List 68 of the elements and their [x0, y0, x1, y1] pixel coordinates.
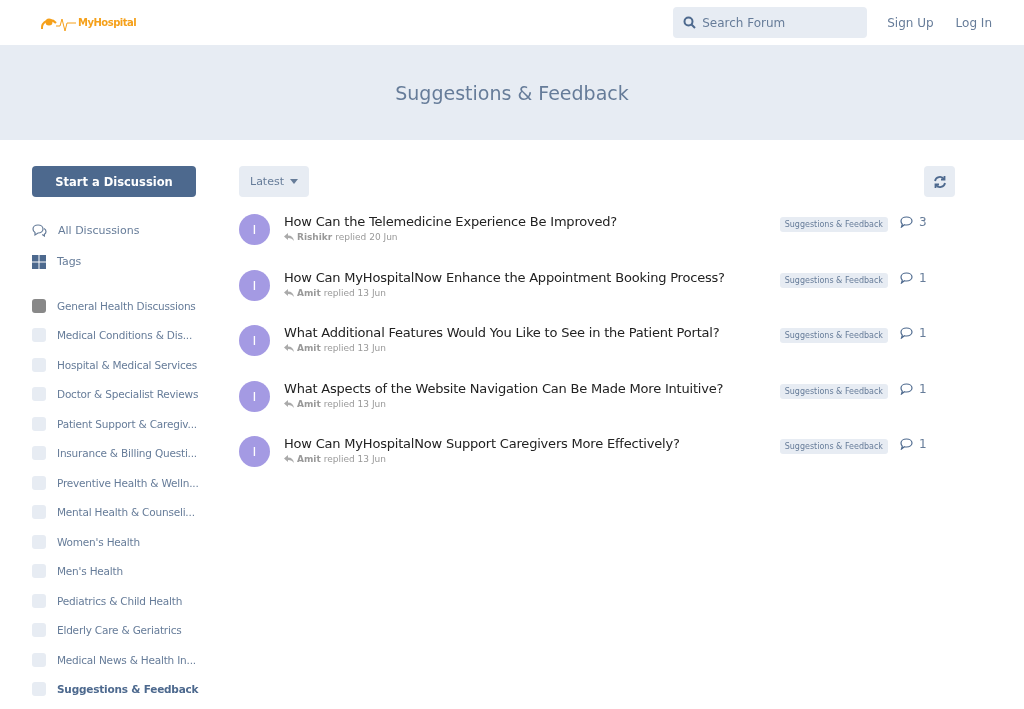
comment-icon	[900, 271, 913, 284]
reply-meta: replied 13 Jun	[323, 454, 386, 464]
category-link[interactable]: Suggestions & Feedback	[32, 674, 222, 704]
avatar[interactable]: I	[239, 269, 270, 301]
reply-count: 1	[919, 381, 927, 396]
reply-icon	[284, 455, 294, 463]
username[interactable]: Amit	[297, 287, 321, 298]
category-link[interactable]: Preventive Health & Welln...	[32, 468, 222, 498]
search-icon	[683, 16, 697, 29]
tag-label[interactable]: Suggestions & Feedback	[779, 383, 888, 399]
username[interactable]: Amit	[297, 454, 321, 464]
grid-icon	[32, 254, 46, 269]
reply-meta: replied 20 Jun	[335, 232, 398, 242]
category-link[interactable]: Medical News & Health In...	[32, 645, 222, 675]
nav-link[interactable]: Tags	[32, 246, 222, 277]
header-link[interactable]: Sign Up	[887, 15, 934, 30]
reply-icon	[284, 399, 294, 408]
sort-dropdown[interactable]: Latest	[239, 166, 309, 197]
category-link[interactable]: General Health Discussions	[32, 291, 222, 321]
discussion-title[interactable]: How Can MyHospitalNow Enhance the Appointment Booking Process?	[284, 269, 780, 285]
reply-count: 1	[919, 326, 927, 340]
reply-count: 1	[919, 270, 927, 285]
username[interactable]: Amit	[297, 343, 321, 353]
refresh-button[interactable]	[924, 166, 955, 197]
comment-icon	[900, 216, 913, 228]
category-link[interactable]: Mental Health & Counseli...	[32, 497, 222, 527]
avatar[interactable]: I	[239, 436, 270, 467]
page-title: Suggestions & Feedback	[395, 81, 629, 104]
discussion-title[interactable]: How Can the Telemedicine Experience Be Improved?	[284, 214, 780, 229]
nav-link[interactable]: All Discussions	[32, 215, 222, 246]
discussion-title[interactable]: How Can MyHospitalNow Support Caregivers More Effectively?	[284, 436, 780, 451]
tag-label[interactable]: Suggestions & Feedback	[779, 328, 888, 343]
category-link[interactable]: Patient Support & Caregiv...	[32, 409, 222, 439]
reply-icon	[284, 344, 294, 352]
discussion-title[interactable]: What Aspects of the Website Navigation Can Be Made More Intuitive?	[284, 380, 780, 396]
chat-bubbles-icon	[32, 224, 47, 237]
discussion-title[interactable]: What Additional Features Would You Like to See in the Patient Portal?	[284, 325, 780, 340]
category-link[interactable]: Medical Conditions & Dis...	[32, 320, 222, 350]
tag-label[interactable]: Suggestions & Feedback	[779, 217, 888, 232]
username[interactable]: Rishikr	[297, 232, 333, 242]
reply-count: 1	[919, 437, 927, 451]
username[interactable]: Amit	[297, 398, 321, 409]
category-link[interactable]: Elderly Care & Geriatrics	[32, 615, 222, 645]
category-link[interactable]: Pediatrics & Child Health	[32, 586, 222, 616]
avatar[interactable]: I	[239, 380, 270, 412]
reply-icon	[284, 288, 294, 297]
header-link[interactable]: Log In	[955, 15, 992, 30]
reply-meta: replied 13 Jun	[323, 343, 386, 353]
category-link[interactable]: Hospital & Medical Services	[32, 350, 222, 380]
comment-icon	[900, 382, 913, 395]
search-field[interactable]: Search Forum	[673, 7, 868, 38]
reply-icon	[284, 233, 294, 241]
avatar[interactable]: I	[239, 214, 270, 245]
category-link[interactable]: Women's Health	[32, 527, 222, 557]
category-link[interactable]: Men's Health	[32, 556, 222, 586]
reply-meta: replied 13 Jun	[323, 398, 386, 409]
avatar[interactable]: I	[239, 325, 270, 356]
reply-count: 3	[919, 215, 927, 229]
start-discussion-button[interactable]: Start a Discussion	[32, 166, 196, 197]
refresh-icon	[932, 174, 947, 189]
comment-icon	[900, 438, 913, 450]
comment-icon	[900, 327, 913, 339]
reply-meta: replied 13 Jun	[323, 287, 386, 298]
tag-label[interactable]: Suggestions & Feedback	[779, 439, 888, 454]
category-link[interactable]: Doctor & Specialist Reviews	[32, 379, 222, 409]
caret-icon	[290, 179, 298, 184]
category-link[interactable]: Insurance & Billing Questi...	[32, 438, 222, 468]
tag-label[interactable]: Suggestions & Feedback	[779, 272, 888, 288]
